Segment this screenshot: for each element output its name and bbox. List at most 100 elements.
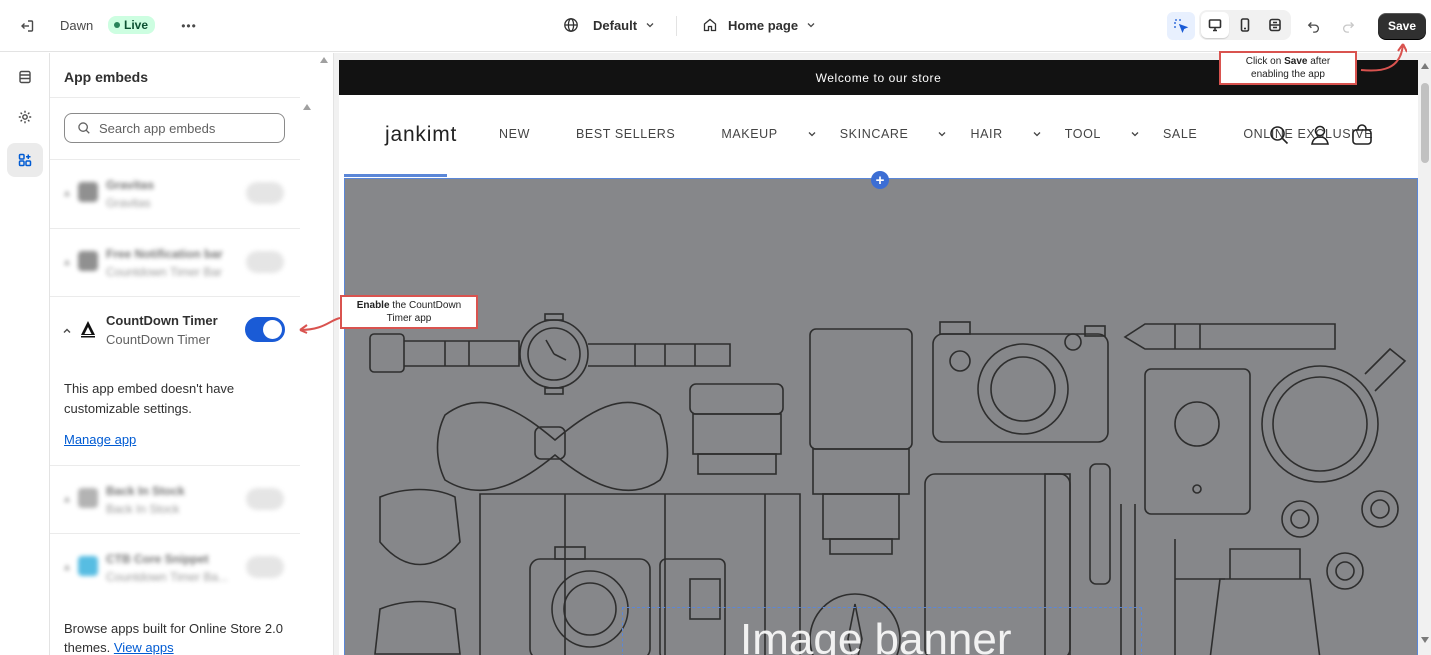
save-callout-bold: Save [1284,56,1308,67]
scroll-up-icon [320,57,328,63]
app-embed-toggle[interactable] [246,488,284,510]
live-dot-icon [114,22,120,28]
no-settings-text: This app embed doesn't have customizable… [64,381,235,416]
callout-arrow-icon [299,317,341,334]
app-embed-toggle[interactable] [246,182,284,204]
nav-item[interactable]: BEST SELLERS [576,127,698,141]
cart-icon[interactable] [1351,124,1373,146]
app-embeds-button[interactable] [7,143,43,177]
chevron-down-icon [939,132,946,137]
sections-button[interactable] [7,60,43,94]
panel-scrollbar[interactable] [316,53,334,655]
countdown-app-logo-icon [81,321,95,338]
app-embed-row[interactable]: ▲ CTB Core Snippet Countdown Timer Ba... [50,534,300,602]
app-logo-icon [78,182,98,202]
app-embed-sub: CountDown Timer [106,332,211,347]
chevron-up-icon[interactable] [62,326,72,336]
nav-item-label: SKINCARE [839,127,909,141]
nav-item-label: BEST SELLERS [575,127,676,141]
panel-divider [50,97,300,98]
nav-item[interactable]: HAIR [970,127,1041,141]
scroll-down-icon [1421,637,1429,643]
more-actions-button[interactable]: ••• [175,12,203,40]
section-selected-indicator [344,174,447,177]
save-button[interactable]: Save [1378,13,1426,39]
preview-scrollbar[interactable] [1419,53,1431,655]
app-embed-name: CTB Core Snippet [106,552,209,566]
manage-app-link[interactable]: Manage app [64,432,136,447]
app-embed-name: Gravitas [106,178,155,192]
app-embed-name: Free Notification bar [106,247,223,261]
add-section-plus-icon[interactable]: + [871,171,889,189]
redo-button[interactable] [1334,12,1362,40]
app-embed-sub: Back In Stock [106,502,180,516]
nav-item-label: NEW [499,127,530,141]
chevron-down-icon [1033,132,1041,137]
template-select-label: Default [593,17,638,33]
search-icon [78,122,90,134]
nav-item-label: SALE [1162,127,1198,141]
exit-icon[interactable] [13,12,41,40]
theme-settings-button[interactable] [7,100,43,134]
live-badge: Live [108,16,156,34]
search-input[interactable] [99,120,269,136]
preview-frame: Welcome to our store jankimt NEW BEST SEL… [339,60,1418,655]
countdown-enable-toggle[interactable] [245,317,285,342]
viewport-toggle [1199,10,1291,40]
search-field[interactable] [64,113,285,143]
nav-item[interactable]: MAKEUP [721,127,816,141]
app-embeds-panel: App embeds ▲ Gravitas Gravitas ▲ Free No… [50,53,316,655]
redo-icon [1342,22,1355,33]
app-embeds-icon [18,153,32,167]
banner-title[interactable]: Image banner [740,615,1012,655]
panel-footer: Browse apps built for Online Store 2.0 t… [64,619,294,655]
scroll-up-icon [1421,63,1429,69]
page-select[interactable]: Home page [702,17,816,33]
image-banner[interactable]: Image banner [344,178,1418,655]
nav-item-label: HAIR [970,127,1003,141]
sections-icon [19,70,31,84]
undo-button[interactable] [1300,12,1328,40]
app-embed-row[interactable]: ▲ Free Notification bar Countdown Timer … [50,229,300,297]
view-apps-link[interactable]: View apps [114,640,174,655]
app-logo-icon [78,251,98,271]
nav-item[interactable]: TOOL [1065,127,1140,141]
live-label: Live [124,18,149,32]
scroll-up-icon[interactable] [303,104,311,110]
template-select[interactable]: Default [563,17,655,33]
home-icon [703,18,717,32]
app-embed-toggle[interactable] [246,556,284,578]
mobile-view-button[interactable] [1231,12,1259,38]
callout-arrow-icon [1360,43,1407,72]
nav-item[interactable]: NEW [499,127,553,141]
app-embed-row[interactable]: ▲ Gravitas Gravitas [50,160,300,228]
search-icon[interactable] [1269,125,1289,145]
store-logo[interactable]: jankimt [385,123,457,147]
topbar-divider [676,16,677,36]
chevron-down-icon [807,23,815,28]
desktop-view-button[interactable] [1201,12,1229,38]
app-embed-name: CountDown Timer [106,313,218,328]
app-embed-toggle[interactable] [246,251,284,273]
inspector-button[interactable] [1167,12,1195,40]
fullscreen-view-button[interactable] [1261,12,1289,38]
theme-name: Dawn [60,18,94,33]
nav-item[interactable]: SKINCARE [840,127,948,141]
chevron-down-icon [646,23,654,28]
gear-icon [18,110,32,124]
app-embed-row[interactable]: ▲ Back In Stock Back In Stock [50,466,300,534]
app-logo-icon [78,556,98,576]
toggle-knob [263,320,282,339]
undo-icon [1307,22,1320,33]
scrollbar-thumb[interactable] [1421,83,1429,163]
select-pointer-icon [1174,19,1189,34]
globe-icon [564,18,578,32]
editor-topbar: Dawn Live ••• Default Home page Save [0,0,1431,52]
store-header: jankimt NEW BEST SELLERS MAKEUP SKINCARE HAI… [339,95,1418,179]
app-embed-sub: Gravitas [106,196,151,210]
save-callout-prefix: Click on [1245,56,1285,67]
nav-item[interactable]: SALE [1163,127,1220,141]
account-icon[interactable] [1310,124,1330,146]
nav-item-label: MAKEUP [721,127,778,141]
chevron-down-icon [1131,132,1139,137]
